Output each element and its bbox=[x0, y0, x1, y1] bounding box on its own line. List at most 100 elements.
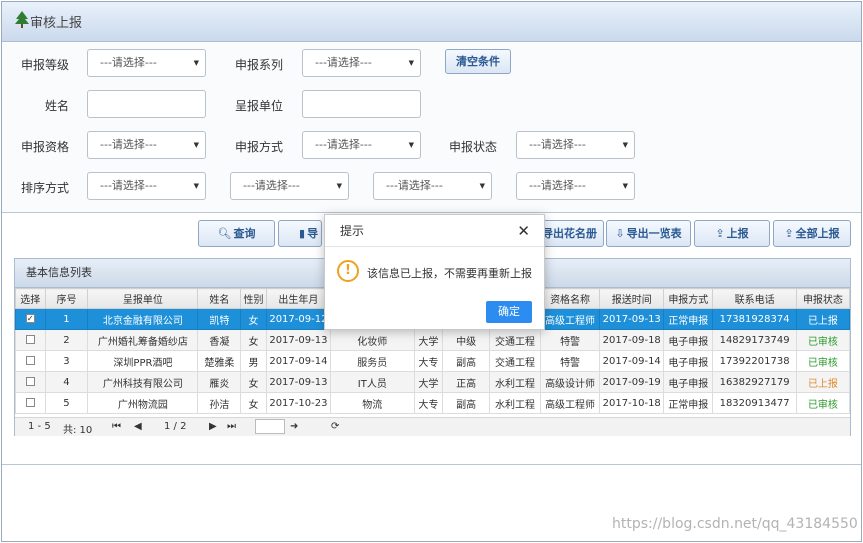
cell-phone: 17392201738 bbox=[712, 350, 797, 372]
caret-down-icon: ▼ bbox=[336, 182, 342, 190]
col-header[interactable]: 出生年月 bbox=[265, 288, 332, 309]
upload-icon: ⇪ bbox=[784, 227, 794, 240]
row-checkbox[interactable] bbox=[25, 398, 35, 407]
report-button[interactable]: ⇪ 上报 bbox=[694, 220, 770, 247]
caret-down-icon: ▼ bbox=[193, 182, 199, 190]
col-header[interactable]: 资格名称 bbox=[539, 288, 601, 309]
bar-chart-icon: ▮ bbox=[299, 227, 306, 240]
row-checkbox[interactable] bbox=[25, 356, 35, 365]
col-header[interactable]: 申报方式 bbox=[663, 288, 714, 309]
sort-select-1[interactable]: ---请选择--- ▼ bbox=[87, 172, 206, 200]
row-number: 1 bbox=[44, 308, 89, 330]
cell-name: 孙洁 bbox=[197, 392, 242, 414]
cell-status: 已上报 bbox=[795, 308, 851, 330]
row-checkbox[interactable]: ✓ bbox=[25, 314, 35, 323]
table-row[interactable]: 3 深圳PPR酒吧 楚雅柔 男 2017-09-14 服务员 大专 副高 交通工… bbox=[15, 350, 851, 372]
row-number: 2 bbox=[44, 329, 89, 351]
pager-total: 共: 10 bbox=[63, 425, 93, 436]
cell-series: 水利工程 bbox=[489, 371, 541, 393]
row-checkbox-cell[interactable] bbox=[15, 350, 46, 372]
row-checkbox-cell[interactable] bbox=[15, 329, 46, 351]
refresh-icon[interactable]: ⟳ bbox=[331, 421, 339, 432]
cell-method: 电子申报 bbox=[663, 371, 714, 393]
cell-time: 2017-09-13 bbox=[599, 308, 665, 330]
report-all-button[interactable]: ⇪ 全部上报 bbox=[773, 220, 851, 247]
col-header[interactable]: 报送时间 bbox=[599, 288, 665, 309]
method-select[interactable]: ---请选择--- ▼ bbox=[302, 131, 421, 159]
unit-label: 呈报单位 bbox=[234, 99, 283, 113]
query-button[interactable]: 🔍︎ 查询 bbox=[198, 220, 275, 247]
name-input[interactable] bbox=[87, 90, 206, 118]
last-page-icon[interactable]: ⏭ bbox=[227, 421, 236, 432]
search-icon: 🔍︎ bbox=[217, 227, 232, 240]
sort-select-4[interactable]: ---请选择--- ▼ bbox=[516, 172, 635, 200]
cell-education: 大学 bbox=[413, 329, 444, 351]
col-header[interactable]: 序号 bbox=[44, 288, 89, 309]
table-row[interactable]: 4 广州科技有限公司 雁炎 女 2017-09-13 IT人员 大学 正高 水利… bbox=[15, 371, 851, 393]
export-icon: ⇩ bbox=[615, 227, 625, 240]
cell-unit: 广州物流园 bbox=[87, 392, 199, 414]
cell-name: 楚雅柔 bbox=[197, 350, 242, 372]
cell-level: 中级 bbox=[442, 329, 491, 351]
cell-unit: 广州科技有限公司 bbox=[87, 371, 199, 393]
cell-phone: 18320913477 bbox=[712, 392, 797, 414]
row-checkbox[interactable] bbox=[25, 335, 35, 344]
row-checkbox-cell[interactable]: ✓ bbox=[15, 308, 46, 330]
cell-unit: 深圳PPR酒吧 bbox=[87, 350, 199, 372]
cell-education: 大专 bbox=[413, 392, 444, 414]
cell-status: 已审核 bbox=[795, 392, 851, 414]
caret-down-icon: ▼ bbox=[408, 59, 414, 67]
cell-job: 化妆师 bbox=[330, 329, 415, 351]
confirm-button[interactable]: 确定 bbox=[486, 301, 532, 323]
row-checkbox[interactable] bbox=[25, 377, 35, 386]
status-select[interactable]: ---请选择--- ▼ bbox=[516, 131, 635, 159]
series-label: 申报系列 bbox=[234, 58, 283, 72]
col-header[interactable]: 申报状态 bbox=[795, 288, 851, 309]
caret-down-icon: ▼ bbox=[408, 141, 414, 149]
pager-range: 1 - 5 bbox=[28, 421, 51, 432]
cell-method: 电子申报 bbox=[663, 350, 714, 372]
level-select[interactable]: ---请选择--- ▼ bbox=[87, 49, 206, 77]
cell-method: 电子申报 bbox=[663, 329, 714, 351]
row-checkbox-cell[interactable] bbox=[15, 392, 46, 414]
series-select[interactable]: ---请选择--- ▼ bbox=[302, 49, 421, 77]
dialog-header: 提示 ✕ bbox=[325, 215, 544, 247]
sort-label: 排序方式 bbox=[20, 181, 69, 195]
table-row[interactable]: 5 广州物流园 孙洁 女 2017-10-23 物流 大专 副高 水利工程 高级… bbox=[15, 392, 851, 414]
cell-birth: 2017-09-13 bbox=[265, 371, 332, 393]
sort-select-2[interactable]: ---请选择--- ▼ bbox=[230, 172, 349, 200]
go-arrow-icon[interactable]: ➜ bbox=[290, 421, 298, 432]
col-header[interactable]: 联系电话 bbox=[712, 288, 797, 309]
cell-level: 副高 bbox=[442, 350, 491, 372]
cell-series: 交通工程 bbox=[489, 329, 541, 351]
cell-method: 正常申报 bbox=[663, 392, 714, 414]
first-page-icon[interactable]: ⏮ bbox=[112, 421, 121, 432]
qualification-select[interactable]: ---请选择--- ▼ bbox=[87, 131, 206, 159]
cell-status: 已审核 bbox=[795, 350, 851, 372]
col-header[interactable]: 选择 bbox=[15, 288, 46, 309]
next-page-icon[interactable]: ▶ bbox=[209, 421, 217, 432]
close-icon[interactable]: ✕ bbox=[517, 215, 530, 247]
clear-conditions-button[interactable]: 清空条件 bbox=[445, 49, 511, 74]
pager-page: 1 / 2 bbox=[164, 421, 187, 432]
cell-name: 雁炎 bbox=[197, 371, 242, 393]
sort-select-3[interactable]: ---请选择--- ▼ bbox=[373, 172, 492, 200]
row-checkbox-cell[interactable] bbox=[15, 371, 46, 393]
table-row[interactable]: 2 广州婚礼筹备婚纱店 香凝 女 2017-09-13 化妆师 大学 中级 交通… bbox=[15, 329, 851, 351]
export-list-button[interactable]: ⇩ 导出一览表 bbox=[606, 220, 691, 247]
cell-time: 2017-09-14 bbox=[599, 350, 665, 372]
cell-phone: 17381928374 bbox=[712, 308, 797, 330]
col-header[interactable]: 姓名 bbox=[197, 288, 242, 309]
export-button[interactable]: ▮ 导 bbox=[278, 220, 322, 247]
unit-input[interactable] bbox=[302, 90, 421, 118]
page-jump-input[interactable] bbox=[255, 419, 285, 434]
filter-area: 申报等级 ---请选择--- ▼ 申报系列 ---请选择--- ▼ 清空条件 姓名 … bbox=[2, 43, 861, 213]
col-header[interactable]: 性别 bbox=[240, 288, 267, 309]
cell-sex: 女 bbox=[240, 371, 267, 393]
qualification-label: 申报资格 bbox=[20, 140, 69, 154]
cell-unit: 北京金融有限公司 bbox=[87, 308, 199, 330]
col-header[interactable]: 呈报单位 bbox=[87, 288, 199, 309]
prev-page-icon[interactable]: ◀ bbox=[134, 421, 142, 432]
page-title: 审核上报 bbox=[30, 16, 83, 31]
cell-education: 大学 bbox=[413, 371, 444, 393]
